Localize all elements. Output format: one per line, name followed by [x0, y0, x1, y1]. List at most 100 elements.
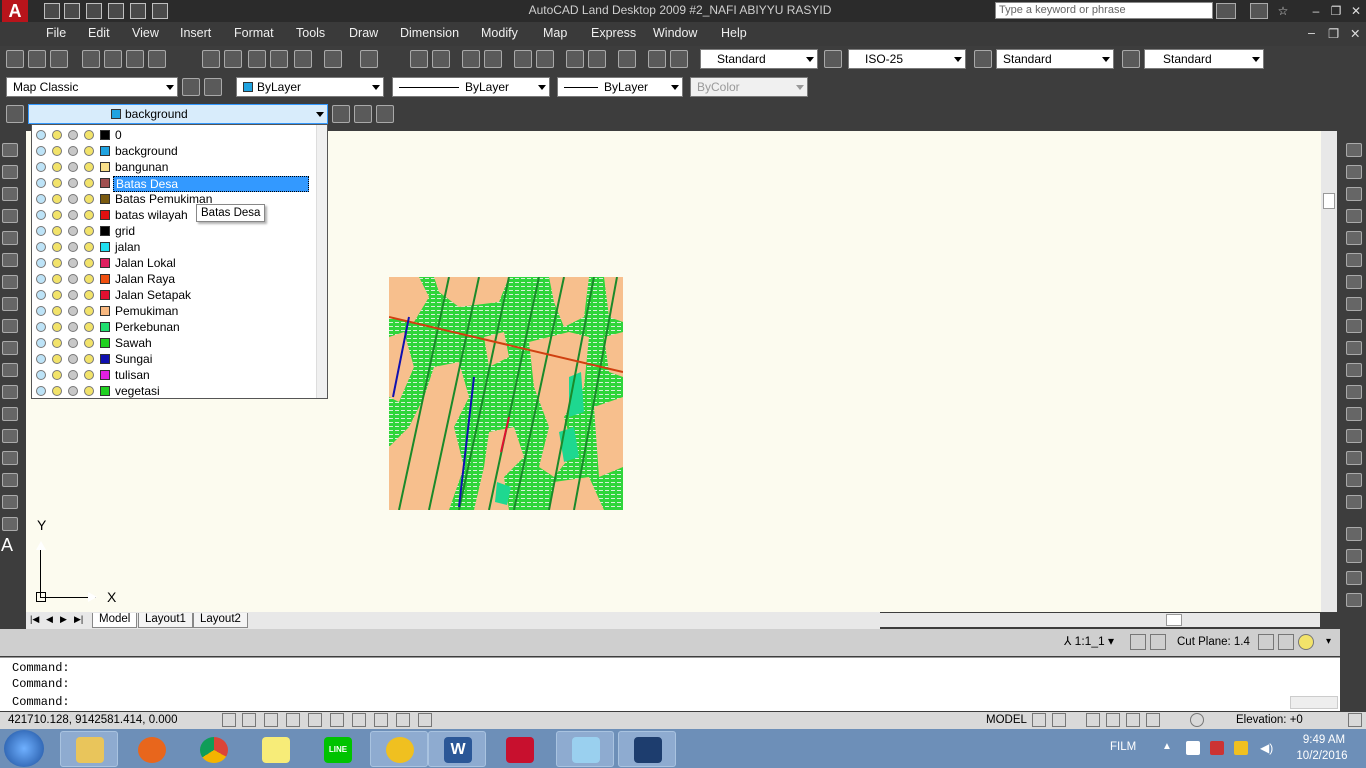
- clock-date[interactable]: 10/2/2016: [1290, 750, 1354, 762]
- match-properties-icon[interactable]: [270, 50, 288, 68]
- layer-on-bulb-icon[interactable]: [36, 386, 46, 396]
- customize-icon[interactable]: [204, 78, 222, 96]
- multiline-text-icon[interactable]: A: [1, 535, 13, 556]
- layer-viewport-thaw-icon[interactable]: [68, 274, 78, 284]
- tab-model[interactable]: Model: [92, 613, 138, 628]
- layer-color-swatch[interactable]: [100, 178, 110, 188]
- layer-on-bulb-icon[interactable]: [36, 338, 46, 348]
- copy-icon[interactable]: [224, 50, 242, 68]
- annotation-visibility-icon[interactable]: [1130, 634, 1146, 650]
- layer-viewport-thaw-icon[interactable]: [68, 290, 78, 300]
- cut-icon[interactable]: [202, 50, 220, 68]
- layer-thaw-sun-icon[interactable]: [52, 258, 62, 268]
- print-icon[interactable]: [82, 50, 100, 68]
- paste-icon[interactable]: [248, 50, 266, 68]
- explode-icon[interactable]: [1346, 495, 1362, 509]
- tab-nav-last-icon[interactable]: ▶|: [74, 614, 83, 625]
- array-icon[interactable]: [1346, 231, 1362, 245]
- color-combo[interactable]: ByLayer: [236, 77, 384, 97]
- taskbar-autocad-app[interactable]: [370, 731, 428, 767]
- lineweight-combo[interactable]: ByLayer: [557, 77, 683, 97]
- coordinate-readout[interactable]: 421710.128, 9142581.414, 0.000: [8, 714, 177, 726]
- vertical-scroll-thumb[interactable]: [1323, 193, 1335, 209]
- mirror-icon[interactable]: [1346, 187, 1362, 201]
- taskbar-land-desktop[interactable]: [618, 731, 676, 767]
- sheet-set-icon[interactable]: [588, 50, 606, 68]
- zoom-previous-icon[interactable]: [484, 50, 502, 68]
- clean-screen-icon[interactable]: [1348, 713, 1362, 727]
- layer-viewport-thaw-icon[interactable]: [68, 242, 78, 252]
- move-icon[interactable]: [1346, 253, 1362, 267]
- layer-lock-icon[interactable]: [84, 146, 94, 156]
- layer-on-bulb-icon[interactable]: [36, 130, 46, 140]
- layer-thaw-sun-icon[interactable]: [52, 242, 62, 252]
- layer-color-swatch[interactable]: [100, 162, 110, 172]
- layer-thaw-sun-icon[interactable]: [52, 226, 62, 236]
- close-button[interactable]: ✕: [1348, 3, 1364, 19]
- doc-restore-button[interactable]: ❐: [1328, 26, 1339, 41]
- layer-states-icon[interactable]: [376, 105, 394, 123]
- layer-color-swatch[interactable]: [100, 274, 110, 284]
- layer-row[interactable]: Jalan Setapak: [32, 287, 317, 303]
- linetype-combo[interactable]: ByLayer: [392, 77, 550, 97]
- break-icon[interactable]: [1346, 407, 1362, 421]
- doc-minimize-button[interactable]: –: [1308, 26, 1315, 40]
- layer-lock-icon[interactable]: [84, 258, 94, 268]
- layer-color-swatch[interactable]: [100, 258, 110, 268]
- dim-style-icon[interactable]: [824, 50, 842, 68]
- clock-time[interactable]: 9:49 AM: [1294, 734, 1354, 746]
- layer-thaw-sun-icon[interactable]: [52, 338, 62, 348]
- horizontal-scroll-thumb[interactable]: [1166, 614, 1182, 626]
- autocad-logo-icon[interactable]: A: [2, 0, 28, 22]
- layer-list-scrollbar[interactable]: [316, 125, 327, 398]
- text-style-combo[interactable]: Standard: [700, 49, 818, 69]
- erase-icon[interactable]: [1346, 143, 1362, 157]
- layer-color-swatch[interactable]: [100, 242, 110, 252]
- undo-arrow-icon[interactable]: [324, 50, 342, 68]
- layer-viewport-thaw-icon[interactable]: [68, 322, 78, 332]
- ellipse-icon[interactable]: [2, 341, 18, 355]
- layer-dropdown-list[interactable]: 0 background bangunan Batas Desa Batas Pemuk…: [31, 124, 328, 399]
- layer-row[interactable]: Pemukiman: [32, 303, 317, 319]
- layer-color-swatch[interactable]: [100, 290, 110, 300]
- layer-color-swatch[interactable]: [100, 130, 110, 140]
- layer-thaw-sun-icon[interactable]: [52, 370, 62, 380]
- command-scrollbar[interactable]: [1290, 696, 1338, 709]
- layer-thaw-sun-icon[interactable]: [52, 354, 62, 364]
- layer-lock-icon[interactable]: [84, 354, 94, 364]
- print-preview-icon[interactable]: [104, 50, 122, 68]
- dim-style-combo[interactable]: ISO-25: [848, 49, 966, 69]
- menu-map[interactable]: Map: [543, 26, 567, 40]
- horizontal-scrollbar[interactable]: [880, 613, 1320, 627]
- layer-viewport-thaw-icon[interactable]: [68, 370, 78, 380]
- isolate-objects-icon[interactable]: [1298, 634, 1314, 650]
- layer-lock-icon[interactable]: [84, 338, 94, 348]
- elevation-readout[interactable]: Elevation: +0: [1236, 714, 1303, 726]
- polar-tracking-icon[interactable]: [286, 713, 300, 727]
- lineweight-toggle-icon[interactable]: [396, 713, 410, 727]
- layer-lock-icon[interactable]: [84, 386, 94, 396]
- zoom-nav-icon[interactable]: [1106, 713, 1120, 727]
- layer-lock-icon[interactable]: [84, 242, 94, 252]
- layer-color-swatch[interactable]: [100, 306, 110, 316]
- redo-arrow-icon[interactable]: [360, 50, 378, 68]
- fillet-icon[interactable]: [1346, 473, 1362, 487]
- redo-icon[interactable]: [152, 3, 168, 19]
- layer-lock-icon[interactable]: [84, 274, 94, 284]
- tab-nav-first-icon[interactable]: |◀: [30, 614, 39, 625]
- minimize-button[interactable]: –: [1308, 3, 1324, 19]
- offset-icon[interactable]: [1346, 209, 1362, 223]
- pan-nav-icon[interactable]: [1086, 713, 1100, 727]
- menu-help[interactable]: Help: [721, 26, 747, 40]
- tray-power-icon[interactable]: [1210, 741, 1224, 755]
- hatch-icon[interactable]: [2, 451, 18, 465]
- gradient-icon[interactable]: [2, 473, 18, 487]
- construction-line-icon[interactable]: [2, 165, 18, 179]
- layer-row[interactable]: 0: [32, 127, 317, 143]
- design-center-icon[interactable]: [536, 50, 554, 68]
- zoom-realtime-icon[interactable]: [432, 50, 450, 68]
- ortho-mode-icon[interactable]: [264, 713, 278, 727]
- grid-mode-icon[interactable]: [242, 713, 256, 727]
- layer-thaw-sun-icon[interactable]: [52, 322, 62, 332]
- tray-flag-icon[interactable]: [1186, 741, 1200, 755]
